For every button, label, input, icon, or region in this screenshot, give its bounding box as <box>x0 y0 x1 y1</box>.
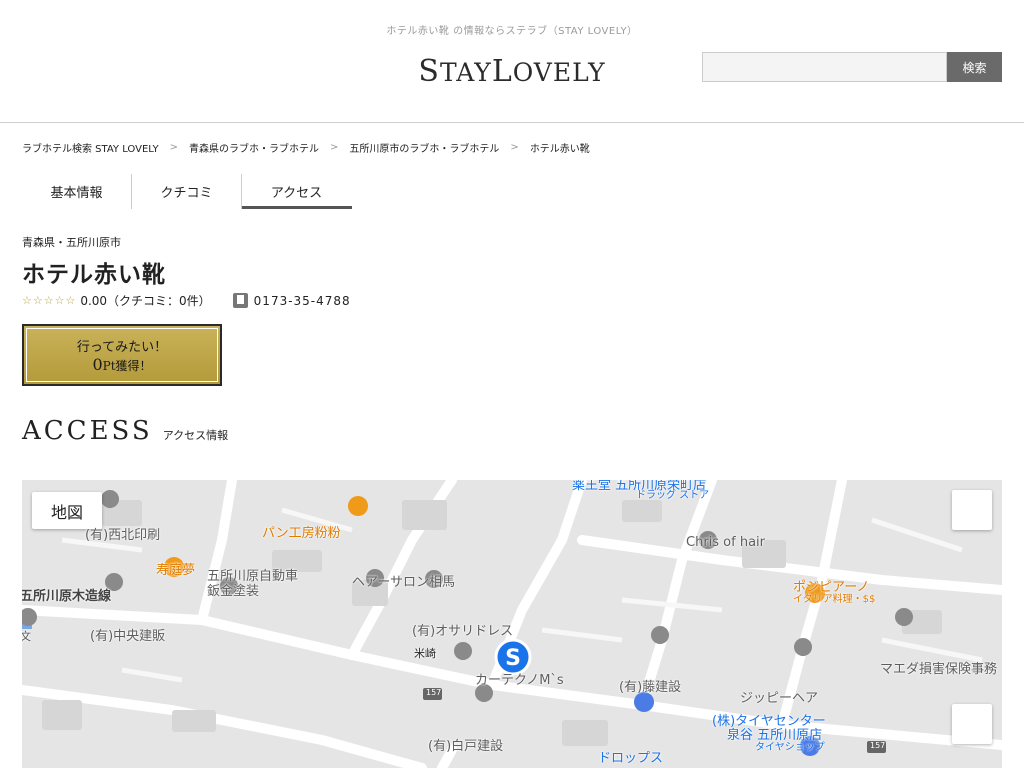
points-label: 0Pt獲得！ <box>92 355 152 374</box>
site-header: ホテル赤い靴 の情報ならステラブ（STAY LOVELY） STAYLOVELY… <box>0 0 1024 123</box>
map-label: タイヤショップ <box>755 742 825 753</box>
breadcrumb-separator: > <box>510 142 519 153</box>
breadcrumb-item-city[interactable]: 五所川原市のラブホ・ラブホテル <box>349 140 499 155</box>
breadcrumb-separator: > <box>169 142 179 153</box>
map-label: (有)中央建販 <box>90 629 166 644</box>
access-heading: ACCESS アクセス情報 <box>22 416 228 446</box>
phone-number[interactable]: 0173-35-4788 <box>254 294 351 308</box>
tagline: ホテル赤い靴 の情報ならステラブ（STAY LOVELY） <box>386 26 638 37</box>
breadcrumb: ラブホテル検索 STAY LOVELY > 青森県のラブホ・ラブホテル > 五所… <box>22 140 590 155</box>
route-number: 157 <box>426 688 442 697</box>
fullscreen-icon[interactable] <box>952 490 992 530</box>
tab-reviews[interactable]: クチコミ <box>132 174 242 209</box>
map-label: 米崎 <box>414 647 436 660</box>
access-title-en: ACCESS <box>22 416 153 446</box>
map-label: (有)白戸建設 <box>428 739 504 754</box>
map-label: カーテクノM`s <box>475 673 564 688</box>
road-label: 五所川原木造線 <box>22 589 112 604</box>
rating-stars-icon: ☆☆☆☆☆ <box>22 294 77 307</box>
rating-text: 0.00（クチコミ：0件） <box>80 294 211 308</box>
breadcrumb-item-current: ホテル赤い靴 <box>529 144 590 155</box>
hotel-name: ホテル赤い靴 <box>22 262 166 288</box>
school-icon: 文 <box>22 630 31 643</box>
map-label: ドラッグ ストア <box>636 490 710 501</box>
map-label: パン工房粉粉 <box>262 526 341 541</box>
map-label: ジッピーヘア <box>740 691 819 706</box>
route-number: 157 <box>870 741 886 750</box>
tab-access[interactable]: アクセス <box>241 174 352 209</box>
breadcrumb-item-home[interactable]: ラブホテル検索 STAY LOVELY <box>22 140 159 155</box>
hotel-meta: ☆☆☆☆☆ 0.00（クチコミ：0件） 0173-35-4788 <box>22 292 351 309</box>
map-label: Chris of hair <box>686 535 766 550</box>
map-label: 鈑金塗装 <box>207 584 260 599</box>
search-button[interactable]: 検索 <box>947 52 1002 82</box>
street-view-pegman-icon[interactable] <box>952 704 992 744</box>
breadcrumb-separator: > <box>330 142 339 153</box>
map-label: (有)オサリドレス <box>412 624 514 639</box>
map-label: ドロップス <box>598 751 664 766</box>
svg-text:S: S <box>505 646 521 671</box>
map-label: 寿庭夢 <box>156 563 196 578</box>
map-label: イタリア料理・$$ <box>793 594 876 605</box>
want-to-go-button[interactable]: 行ってみたい！ 0Pt獲得！ <box>22 324 222 386</box>
google-map[interactable]: S 地図 (有)西北印刷 パン工房粉粉 寿庭夢 五所川原自動車 鈑金塗装 ヘアー… <box>22 480 1002 768</box>
tab-basic-info[interactable]: 基本情報 <box>22 174 132 209</box>
map-label: (有)藤建設 <box>619 680 682 695</box>
map-label: マエダ損害保険事務 <box>880 662 998 677</box>
access-title-ja: アクセス情報 <box>162 429 229 442</box>
search-form: 検索 <box>702 52 1002 82</box>
map-label: (有)西北印刷 <box>85 528 161 543</box>
want-to-go-label: 行ってみたい！ <box>76 340 168 355</box>
map-label: ヘアーサロン相馬 <box>352 575 455 590</box>
hotel-location: 青森県・五所川原市 <box>22 236 121 249</box>
phone-icon <box>232 293 248 308</box>
tab-bar: 基本情報 クチコミ アクセス <box>22 174 352 209</box>
breadcrumb-item-prefecture[interactable]: 青森県のラブホ・ラブホテル <box>189 140 319 155</box>
search-input[interactable] <box>702 52 947 82</box>
